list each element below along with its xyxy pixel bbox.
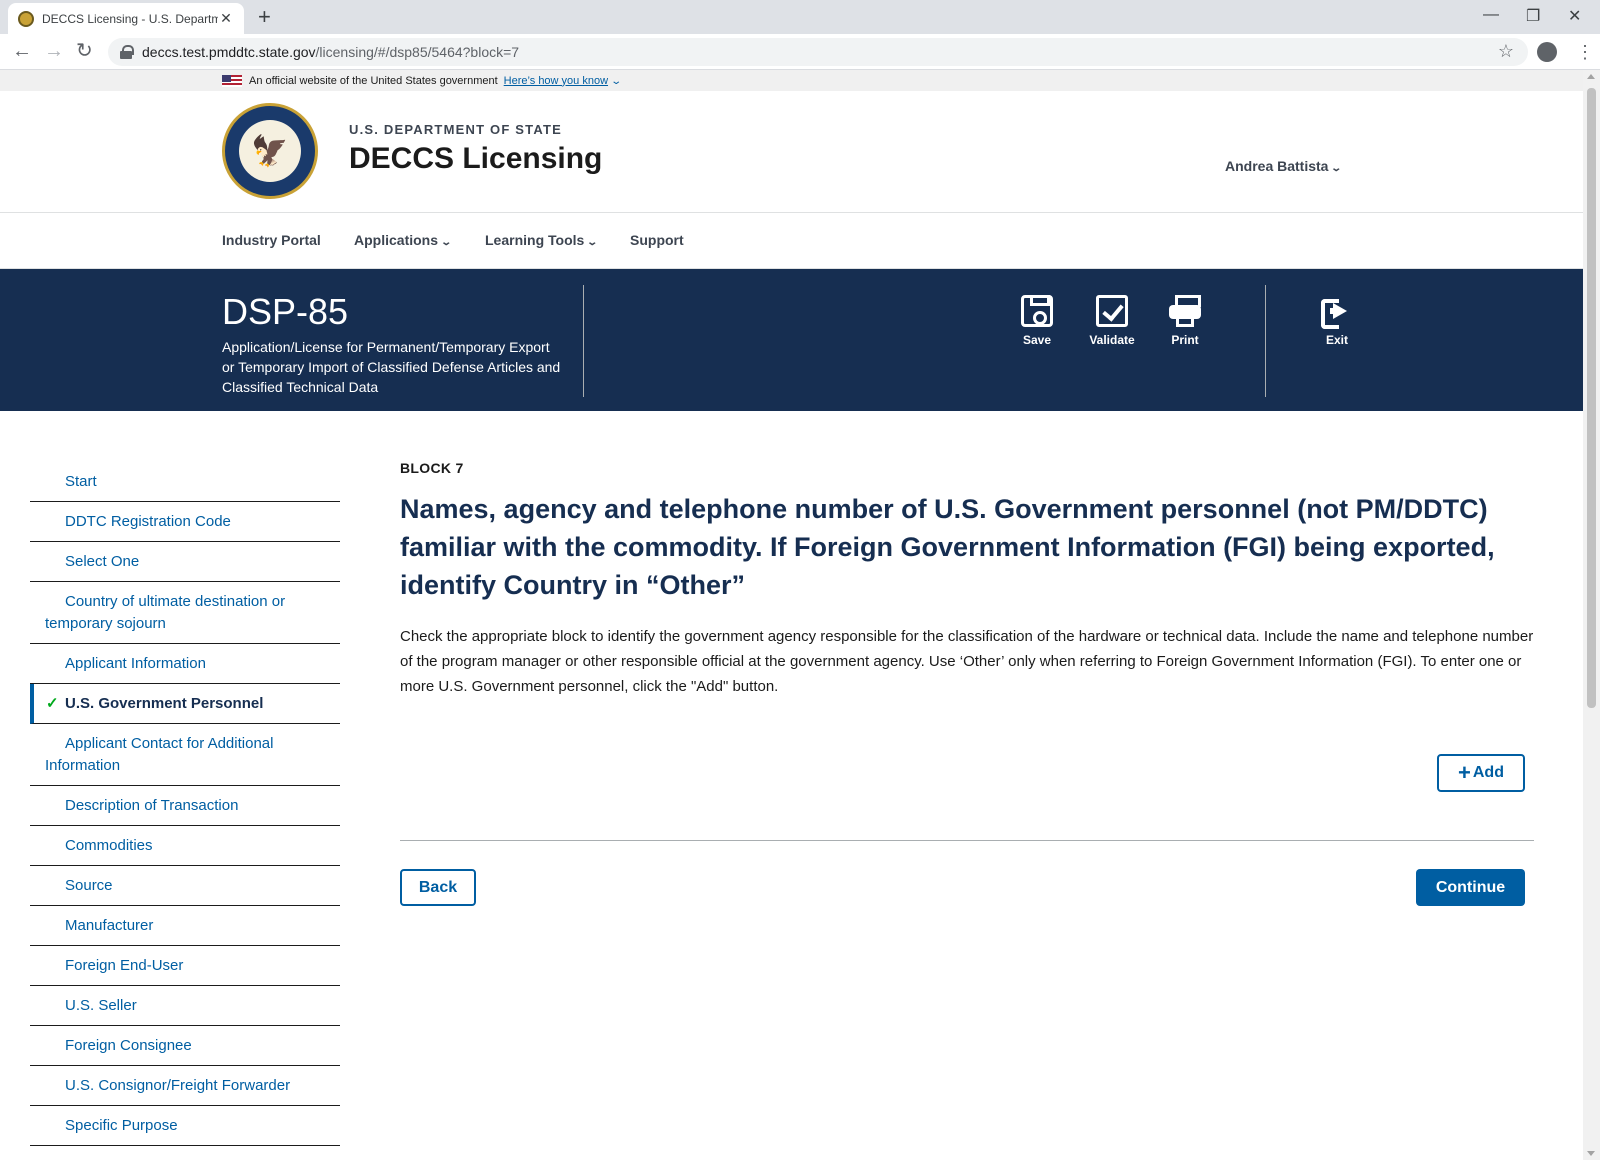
tab-title: DECCS Licensing - U.S. Departme (42, 11, 218, 26)
plus-icon: + (1458, 760, 1471, 785)
sidenav-item-commodities[interactable]: Commodities (30, 826, 340, 866)
minimize-icon[interactable]: — (1483, 6, 1499, 24)
gov-banner-link[interactable]: Here’s how you know ⌄ (504, 75, 622, 87)
back-arrow-icon[interactable]: ← (12, 40, 32, 62)
scroll-up-icon[interactable] (1587, 74, 1595, 79)
validate-button[interactable]: Validate (1077, 295, 1147, 347)
form-code: DSP-85 (222, 291, 349, 332)
scroll-down-icon[interactable] (1587, 1151, 1595, 1156)
new-tab-icon[interactable]: + (258, 5, 271, 29)
state-seal-favicon-icon (18, 10, 34, 27)
block-sidenav: Start DDTC Registration Code Select One … (30, 462, 340, 1146)
sidenav-item-foreign-consignee[interactable]: Foreign Consignee (30, 1026, 340, 1066)
nav-support[interactable]: Support (630, 232, 684, 248)
chevron-down-icon: ⌄ (1330, 163, 1343, 174)
block-title: Names, agency and telephone number of U.… (400, 494, 1495, 600)
banner-divider (1265, 285, 1266, 397)
sidenav-item-source[interactable]: Source (30, 866, 340, 906)
scrollbar-thumb[interactable] (1587, 88, 1596, 708)
user-name: Andrea Battista (1225, 158, 1329, 174)
nav-industry-portal[interactable]: Industry Portal (222, 232, 321, 248)
sidenav-item-applicant-information[interactable]: Applicant Information (30, 644, 340, 684)
printer-icon (1169, 295, 1201, 327)
gov-banner-text: An official website of the United States… (249, 74, 498, 87)
us-flag-icon (222, 74, 242, 87)
sidenav-item-manufacturer[interactable]: Manufacturer (30, 906, 340, 946)
banner-divider (583, 285, 584, 397)
browser-toolbar: ← → ↻ deccs.test.pmddtc.state.gov/licens… (0, 34, 1600, 70)
sidenav-item-specific-purpose[interactable]: Specific Purpose (30, 1106, 340, 1146)
block-label: BLOCK 7 (400, 460, 464, 476)
nav-learning-tools[interactable]: Learning Tools ⌄ (485, 232, 599, 248)
continue-button[interactable]: Continue (1416, 869, 1525, 906)
chevron-down-icon: ⌄ (440, 237, 453, 248)
url-path: /licensing/#/dsp85/5464?block=7 (315, 44, 520, 60)
gov-banner: An official website of the United States… (0, 70, 1583, 91)
sidenav-item-us-government-personnel[interactable]: ✓ U.S. Government Personnel (30, 684, 340, 724)
department-of-state-seal-icon[interactable]: 🦅 (222, 103, 318, 199)
restore-icon[interactable]: ❐ (1526, 6, 1540, 26)
forward-arrow-icon[interactable]: → (44, 40, 64, 62)
lock-icon (120, 45, 134, 59)
exit-button[interactable]: Exit (1302, 295, 1372, 347)
address-bar[interactable]: deccs.test.pmddtc.state.gov/licensing/#/… (108, 38, 1528, 66)
back-button[interactable]: Back (400, 869, 476, 906)
add-button[interactable]: + Add (1437, 754, 1525, 792)
sidenav-item-us-seller[interactable]: U.S. Seller (30, 986, 340, 1026)
sidenav-item-description-of-transaction[interactable]: Description of Transaction (30, 786, 340, 826)
bookmark-star-icon[interactable]: ☆ (1498, 41, 1514, 62)
sidenav-item-applicant-contact[interactable]: Applicant Contact for Additional Informa… (30, 724, 340, 786)
content-divider (400, 840, 1534, 841)
chevron-down-icon: ⌄ (586, 237, 599, 248)
reload-icon[interactable]: ↻ (76, 40, 93, 62)
close-window-icon[interactable]: ✕ (1568, 6, 1581, 26)
save-button[interactable]: Save (1002, 295, 1072, 347)
form-banner: DSP-85 Application/License for Permanent… (0, 269, 1583, 411)
sidenav-item-us-consignor-freight-forwarder[interactable]: U.S. Consignor/Freight Forwarder (30, 1066, 340, 1106)
browser-menu-icon[interactable]: ⋮ (1576, 42, 1594, 63)
url-host: deccs.test.pmddtc.state.gov (142, 44, 316, 60)
sidenav-item-ddtc-registration-code[interactable]: DDTC Registration Code (30, 502, 340, 542)
checkbox-check-icon (1096, 295, 1128, 327)
block-description: Check the appropriate block to identify … (400, 628, 1534, 695)
sidenav-item-foreign-end-user[interactable]: Foreign End-User (30, 946, 340, 986)
browser-tabbar: DECCS Licensing - U.S. Departme ✕ + — ❐ … (0, 0, 1600, 34)
exit-icon (1321, 295, 1353, 329)
sidenav-item-start[interactable]: Start (30, 462, 340, 502)
print-button[interactable]: Print (1150, 295, 1220, 347)
block-content: BLOCK 7 Names, agency and telephone numb… (400, 460, 1534, 699)
sidenav-item-country[interactable]: Country of ultimate destination or tempo… (30, 582, 340, 644)
nav-applications[interactable]: Applications ⌄ (354, 232, 453, 248)
browser-tab[interactable]: DECCS Licensing - U.S. Departme ✕ (8, 3, 244, 34)
user-menu[interactable]: Andrea Battista ⌄ (1225, 158, 1343, 174)
profile-avatar-icon[interactable] (1537, 42, 1557, 62)
close-tab-icon[interactable]: ✕ (218, 10, 234, 27)
page-scrollbar[interactable] (1583, 70, 1600, 1160)
sidenav-item-select-one[interactable]: Select One (30, 542, 340, 582)
main-nav: Industry Portal Applications ⌄ Learning T… (0, 213, 1583, 269)
site-title[interactable]: DECCS Licensing (349, 142, 602, 176)
checkmark-icon: ✓ (46, 695, 59, 712)
save-icon (1021, 295, 1053, 327)
site-header: 🦅 U.S. DEPARTMENT OF STATE DECCS Licensi… (0, 91, 1583, 213)
department-name: U.S. DEPARTMENT OF STATE (349, 122, 562, 137)
form-description: Application/License for Permanent/Tempor… (222, 339, 561, 395)
